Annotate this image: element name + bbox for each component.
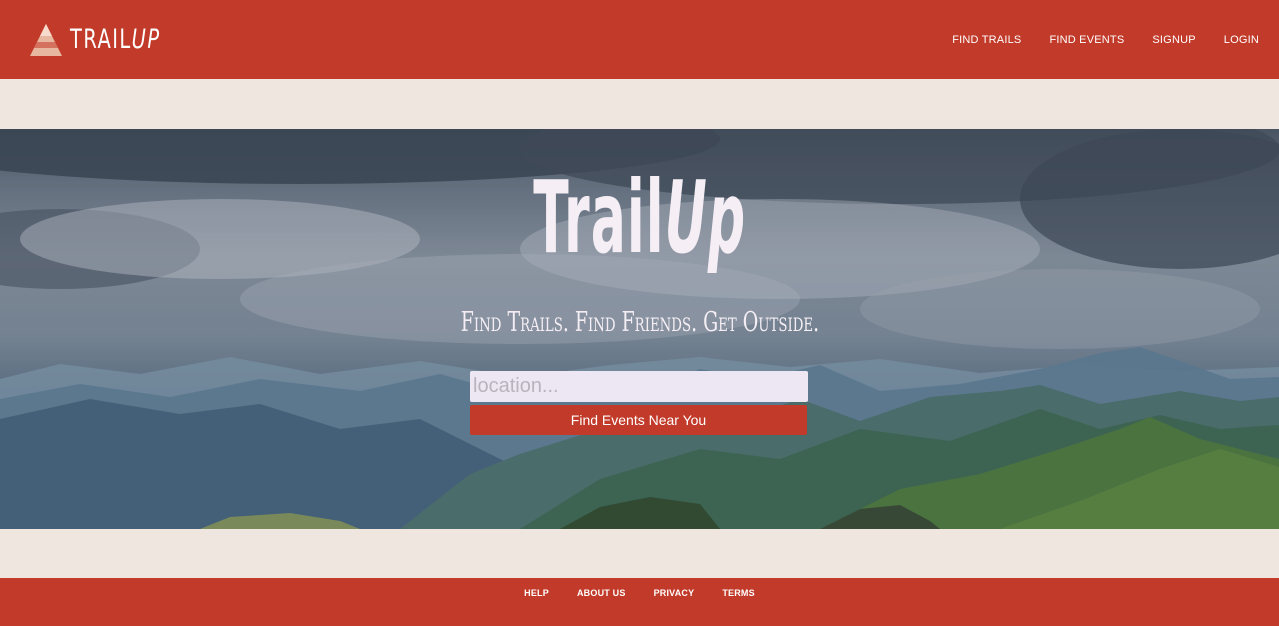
top-navbar: TRAILUP FIND TRAILS FIND EVENTS SIGNUP L… <box>0 0 1279 79</box>
footer-link-about-us[interactable]: ABOUT US <box>577 588 626 600</box>
location-search-input[interactable] <box>470 371 808 402</box>
footer-link-privacy[interactable]: PRIVACY <box>654 588 695 600</box>
mountain-triangle-icon <box>30 23 62 56</box>
brand-main-text: TRAIL <box>70 24 132 55</box>
footer-link-terms[interactable]: TERMS <box>722 588 755 600</box>
main-nav: FIND TRAILS FIND EVENTS SIGNUP LOGIN <box>952 34 1259 46</box>
hero-tagline-text: Find Trails. Find Friends. Get Outside. <box>460 307 819 338</box>
hero-banner: TrailUp Find Trails. Find Friends. Get O… <box>0 129 1279 529</box>
nav-find-trails[interactable]: FIND TRAILS <box>952 34 1021 46</box>
footer-link-help[interactable]: HELP <box>524 588 549 600</box>
hero-title-main: Trail <box>533 159 665 276</box>
nav-login[interactable]: LOGIN <box>1224 34 1259 46</box>
brand-wordmark: TRAILUP <box>70 24 160 55</box>
hero-title: TrailUp <box>0 159 1279 276</box>
hero-title-accent: Up <box>664 159 746 276</box>
footer: HELP ABOUT US PRIVACY TERMS <box>0 578 1279 626</box>
hero-tagline: Find Trails. Find Friends. Get Outside. <box>0 307 1279 338</box>
brand-accent-text: UP <box>131 24 161 55</box>
nav-signup[interactable]: SIGNUP <box>1152 34 1195 46</box>
brand-logo-link[interactable]: TRAILUP <box>28 22 196 58</box>
nav-find-events[interactable]: FIND EVENTS <box>1049 34 1124 46</box>
find-events-button[interactable]: Find Events Near You <box>470 405 807 435</box>
